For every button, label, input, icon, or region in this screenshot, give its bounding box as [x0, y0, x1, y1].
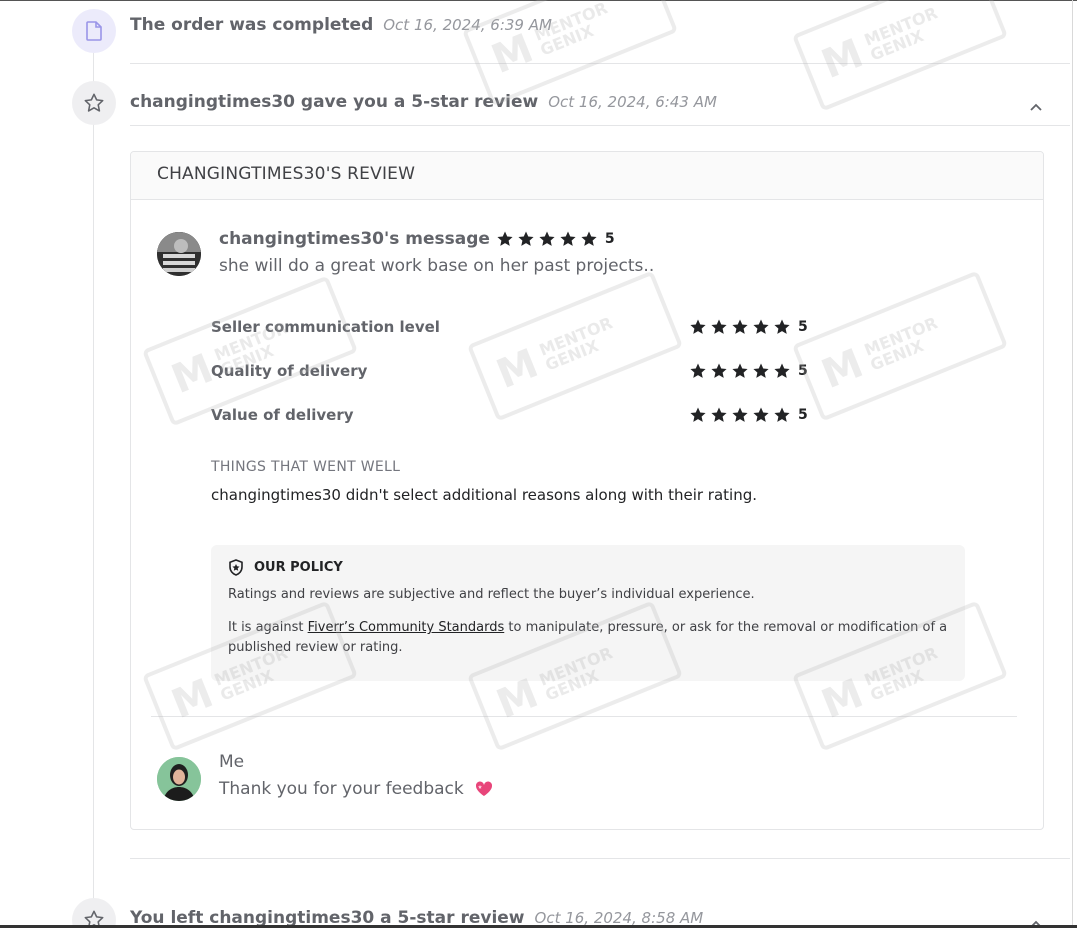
buyer-message-title: changingtimes30's message 5 — [219, 229, 615, 249]
event-divider — [130, 125, 1070, 126]
rating-stars-quality: 5 — [689, 362, 808, 380]
star-filled-icon — [711, 407, 727, 422]
buyer-message-name: changingtimes30's message — [219, 229, 490, 249]
policy-title: OUR POLICY — [254, 560, 343, 575]
rating-label-value: Value of delivery — [211, 406, 354, 424]
buyer-message-text: she will do a great work base on her pas… — [219, 256, 655, 276]
rating-value: 5 — [798, 319, 808, 335]
buyer-avatar[interactable] — [157, 232, 201, 276]
rating-stars-value: 5 — [689, 406, 808, 424]
event-buyer-review: changingtimes30 gave you a 5-star review… — [130, 92, 717, 112]
star-filled-icon — [711, 363, 727, 378]
policy-line-2: It is against Fiverr’s Community Standar… — [228, 618, 948, 658]
star-filled-icon — [732, 363, 748, 378]
rating-label-quality: Quality of delivery — [211, 362, 368, 380]
review-card: CHANGINGTIMES30'S REVIEW changingtimes30… — [130, 151, 1044, 830]
star-filled-icon — [539, 231, 555, 246]
reply-message: Thank you for your feedback — [219, 779, 493, 799]
window-top-border — [0, 0, 1077, 1]
sparkling-heart-icon — [476, 781, 493, 796]
seller-avatar[interactable] — [157, 757, 201, 801]
overall-rating-value: 5 — [604, 231, 615, 247]
event-title: The order was completed — [130, 15, 374, 35]
rating-stars-communication: 5 — [689, 318, 808, 336]
rating-value: 5 — [798, 363, 808, 379]
shield-star-icon — [229, 559, 243, 576]
rating-label-communication: Seller communication level — [211, 318, 440, 336]
star-filled-icon — [774, 363, 790, 378]
scroll-edge — [1072, 0, 1073, 928]
collapse-chevron-up-icon[interactable] — [1029, 99, 1043, 113]
review-header: CHANGINGTIMES30'S REVIEW — [131, 152, 1043, 200]
event-title: changingtimes30 gave you a 5-star review — [130, 92, 539, 112]
event-order-completed: The order was completed Oct 16, 2024, 6:3… — [130, 15, 552, 35]
policy-line-1: Ratings and reviews are subjective and r… — [228, 587, 755, 602]
overall-stars: 5 — [496, 230, 615, 248]
star-filled-icon — [560, 231, 576, 246]
star-filled-icon — [690, 363, 706, 378]
reply-divider — [151, 716, 1017, 717]
reply-author: Me — [219, 752, 245, 772]
timeline-line — [93, 48, 94, 928]
star-filled-icon — [774, 407, 790, 422]
policy-line-2-prefix: It is against — [228, 620, 308, 635]
star-filled-icon — [581, 231, 597, 246]
star-outline-icon — [72, 898, 116, 928]
rating-value: 5 — [798, 407, 808, 423]
went-well-title: THINGS THAT WENT WELL — [211, 459, 401, 475]
document-icon — [72, 9, 116, 53]
event-divider — [130, 858, 1070, 859]
policy-heading: OUR POLICY — [228, 559, 948, 576]
star-filled-icon — [732, 407, 748, 422]
star-filled-icon — [690, 407, 706, 422]
community-standards-link[interactable]: Fiverr’s Community Standards — [308, 620, 505, 635]
star-outline-icon — [72, 81, 116, 125]
star-filled-icon — [732, 319, 748, 334]
went-well-text: changingtimes30 didn't select additional… — [211, 486, 758, 504]
star-filled-icon — [753, 407, 769, 422]
star-filled-icon — [774, 319, 790, 334]
star-filled-icon — [497, 231, 513, 246]
event-divider — [130, 63, 1070, 64]
star-filled-icon — [711, 319, 727, 334]
event-time: Oct 16, 2024, 6:43 AM — [548, 93, 717, 111]
reply-text: Thank you for your feedback — [219, 779, 464, 799]
event-time: Oct 16, 2024, 6:39 AM — [383, 16, 552, 34]
star-filled-icon — [518, 231, 534, 246]
policy-box: OUR POLICY Ratings and reviews are subje… — [211, 545, 965, 681]
star-filled-icon — [690, 319, 706, 334]
star-filled-icon — [753, 363, 769, 378]
star-filled-icon — [753, 319, 769, 334]
watermark-logo: M MENTOR GENIX — [791, 0, 1009, 112]
